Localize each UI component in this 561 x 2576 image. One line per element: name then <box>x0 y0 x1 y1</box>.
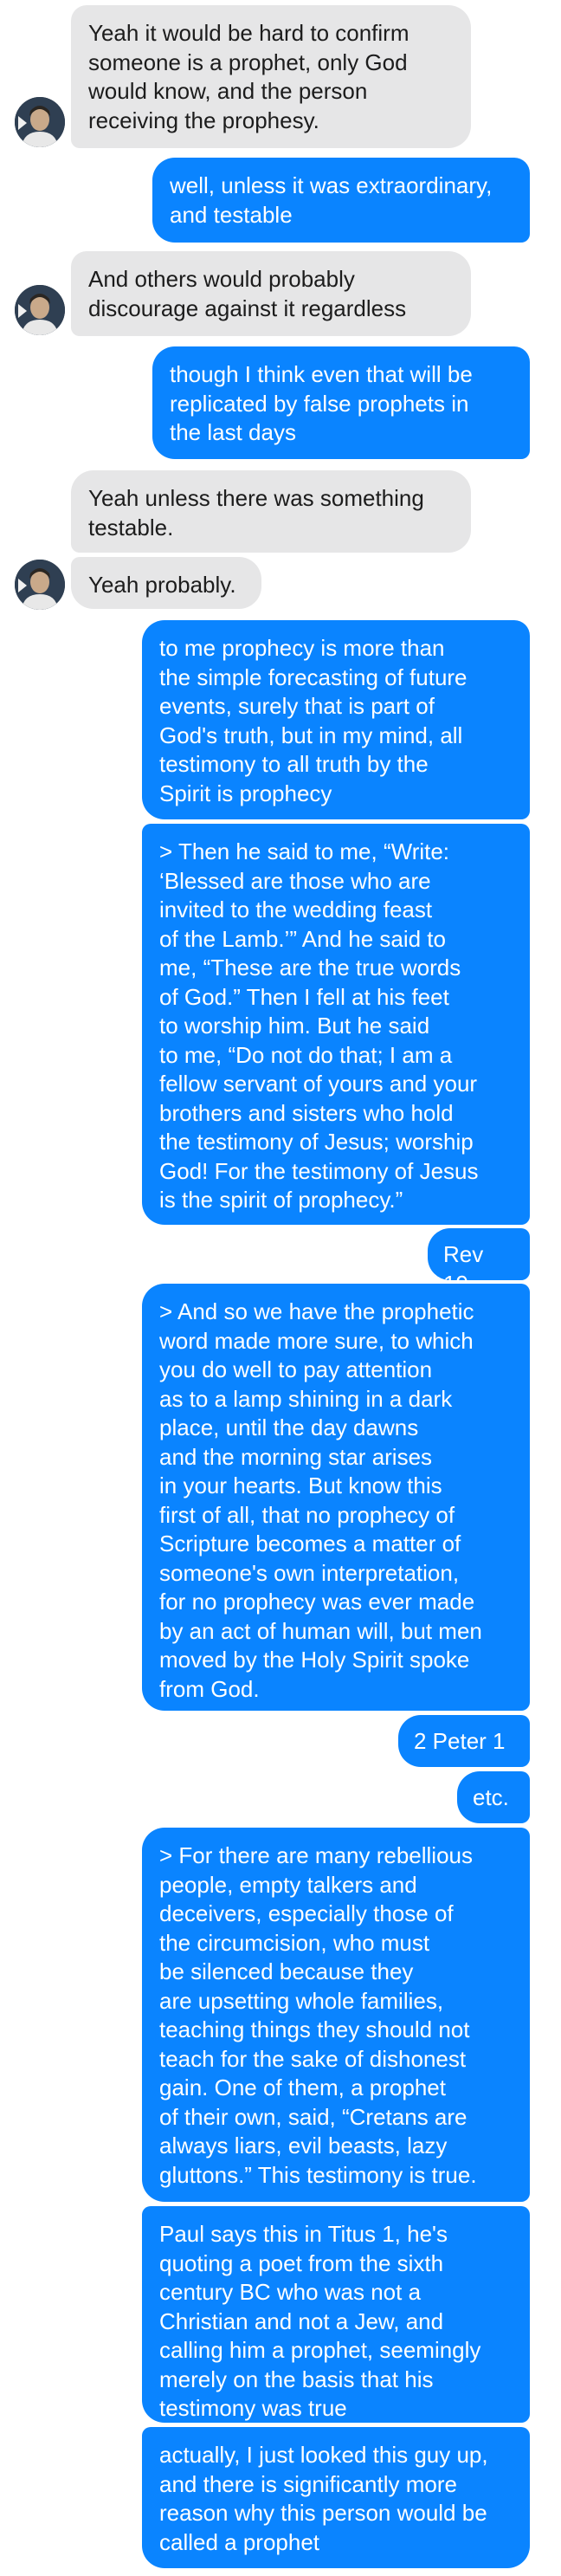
incoming-message-bubble[interactable]: Yeah unless there was something testable… <box>71 470 471 553</box>
outgoing-message-bubble[interactable]: > And so we have the prophetic word made… <box>142 1284 530 1711</box>
outgoing-message-bubble[interactable]: to me prophecy is more than the simple f… <box>142 620 530 819</box>
incoming-message-bubble[interactable]: Yeah probably. <box>71 557 261 609</box>
outgoing-message-bubble[interactable]: > For there are many rebellious people, … <box>142 1828 530 2202</box>
contact-avatar-photo-icon <box>15 285 65 335</box>
contact-avatar-photo-icon <box>15 560 65 610</box>
outgoing-message-bubble[interactable]: etc. <box>457 1771 530 1823</box>
contact-avatar[interactable] <box>15 97 65 147</box>
message-thread[interactable]: Yeah it would be hard to confirm someone… <box>0 0 561 2576</box>
outgoing-message-bubble[interactable]: actually, I just looked this guy up, and… <box>142 2427 530 2568</box>
contact-avatar[interactable] <box>15 560 65 610</box>
incoming-message-bubble[interactable]: And others would probably discourage aga… <box>71 251 471 336</box>
outgoing-message-bubble[interactable]: 2 Peter 1 <box>398 1715 530 1767</box>
outgoing-message-bubble[interactable]: Rev 19 <box>428 1228 530 1280</box>
outgoing-message-bubble[interactable]: though I think even that will be replica… <box>152 346 530 459</box>
contact-avatar[interactable] <box>15 285 65 335</box>
contact-avatar-photo-icon <box>15 97 65 147</box>
outgoing-message-bubble[interactable]: well, unless it was extraordinary, and t… <box>152 158 530 243</box>
incoming-message-bubble[interactable]: Yeah it would be hard to confirm someone… <box>71 5 471 148</box>
outgoing-message-bubble[interactable]: > Then he said to me, “Write: ‘Blessed a… <box>142 824 530 1225</box>
outgoing-message-bubble[interactable]: Paul says this in Titus 1, he's quoting … <box>142 2206 530 2423</box>
